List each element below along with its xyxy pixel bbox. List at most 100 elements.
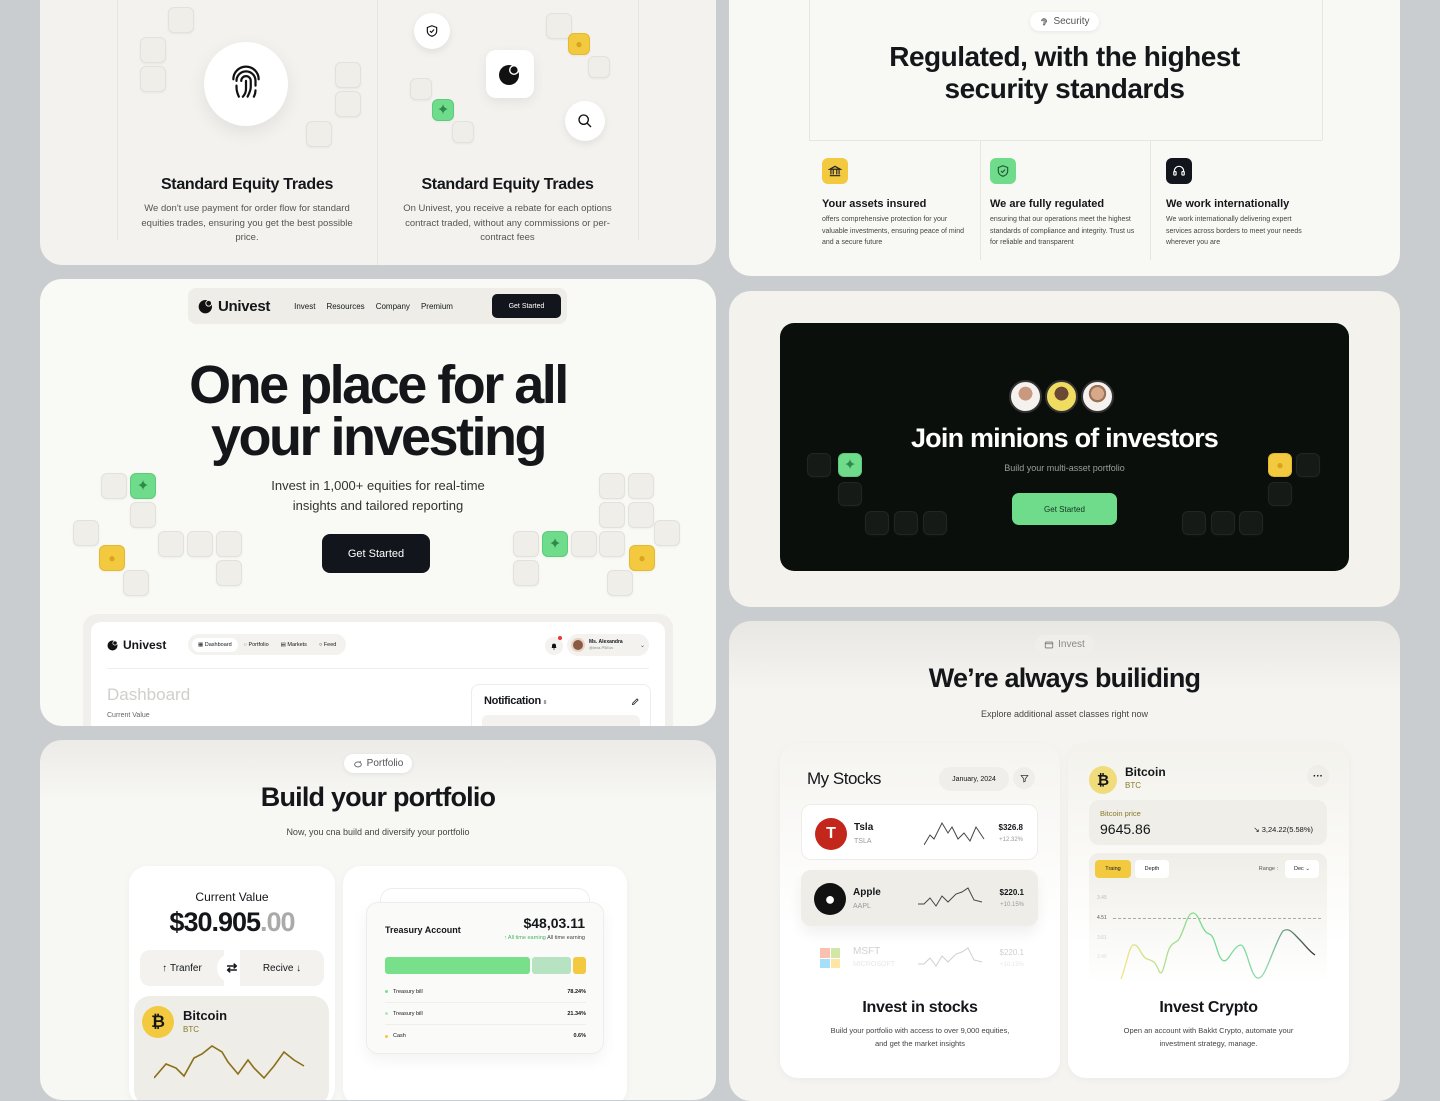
portfolio-panel: Portfolio Build your portfolio Now, you … <box>40 740 716 1100</box>
price-label: Bitcoin price <box>1100 809 1141 818</box>
allocation-bar <box>385 957 586 974</box>
nav-resources[interactable]: Resources <box>326 302 364 311</box>
stock-change: +10.15% <box>1000 962 1024 968</box>
shield-bubble <box>414 13 450 49</box>
button-label: Get Started <box>508 302 545 310</box>
stock-sparkline <box>918 947 983 967</box>
legend-dot <box>385 1034 388 1038</box>
stock-change: +10.15% <box>1000 902 1024 908</box>
button-label: Tranfer <box>169 962 202 974</box>
security-item: We are fully regulated ensuring that our… <box>990 158 1144 249</box>
stock-name: Tsla <box>854 822 874 833</box>
nav-invest[interactable]: Invest <box>294 302 315 311</box>
hero-get-started-button[interactable]: Get Started <box>322 534 430 573</box>
title-line: One place for all <box>189 355 569 415</box>
univest-logo-icon <box>499 65 519 85</box>
stock-price: $220.1 <box>999 888 1024 897</box>
avatar <box>571 638 585 652</box>
button-label: Get Started <box>347 547 405 560</box>
dashboard-tabs: ▦ Dashboard ◌ Portfolio ▤ Markets ○ Feed <box>188 634 347 655</box>
tab-label: Traing <box>1105 866 1121 872</box>
stock-row[interactable]: ● Apple AAPL $220.1 +10.15% <box>801 870 1038 926</box>
range-select[interactable]: Dec ⌄ <box>1285 860 1319 878</box>
filter-button[interactable] <box>1013 767 1035 789</box>
receive-button[interactable]: Recive ↓ <box>240 950 324 986</box>
earning-up: All time earning <box>507 935 546 941</box>
join-get-started-button[interactable]: Get Started <box>1012 493 1117 525</box>
investor-avatars <box>1009 380 1114 413</box>
treasury-wrapper: Treasury Account $48,03.11 ↑ All time ea… <box>343 866 627 1100</box>
univest-logo-tile <box>486 50 534 98</box>
treasury-title: Treasury Account <box>385 925 461 935</box>
brand-name[interactable]: Univest <box>218 298 270 315</box>
tab-depth[interactable]: Depth <box>1135 860 1169 878</box>
stock-sparkline <box>924 821 985 846</box>
avatar <box>1009 380 1042 413</box>
notification-dot <box>558 636 562 640</box>
change-value: 3,24.22(5.58%) <box>1261 825 1313 834</box>
fingerprint-icon <box>232 65 260 98</box>
value-main: $30.905 <box>169 907 261 937</box>
stock-price: $220.1 <box>999 948 1024 957</box>
notification-title: Notification <box>484 695 541 707</box>
tab-markets[interactable]: ▤ Markets <box>275 638 313 652</box>
join-card: Join minions of investors Build your mul… <box>780 323 1349 571</box>
shield-check-icon <box>426 25 438 37</box>
allocation-row: Treasury bill 21.34% <box>385 1003 586 1025</box>
tab-portfolio[interactable]: ◌ Portfolio <box>238 638 275 652</box>
brand-name[interactable]: Univest <box>123 638 166 652</box>
allocation-row: Cash 0.6% <box>385 1025 586 1047</box>
allocation-segment <box>531 957 572 974</box>
building-panel: Invest We’re always builiding Explore ad… <box>729 621 1400 1101</box>
price-box: Bitcoin price 9645.86 ↘ 3,24.22(5.58%) <box>1089 800 1327 845</box>
headset-icon <box>1173 165 1185 176</box>
building-subtitle: Explore additional asset classes right n… <box>980 709 1149 719</box>
stock-row[interactable]: MSFT MICROSOFT $220.1 +10.15% <box>801 936 1038 982</box>
stocks-card-desc: Build your portfolio with access to over… <box>830 1026 1010 1048</box>
tab-label: Markets <box>287 641 307 648</box>
tab-trading[interactable]: Traing <box>1095 860 1131 878</box>
stock-name: MSFT <box>853 946 881 957</box>
tab-feed[interactable]: ○ Feed <box>313 638 342 652</box>
allocation-label: Treasury bill <box>393 988 423 995</box>
badge-label: Security <box>1053 16 1090 27</box>
range-value: Dec <box>1294 866 1304 872</box>
feature-desc: We don't use payment for order flow for … <box>141 203 353 243</box>
notification-bell-button[interactable] <box>545 636 563 655</box>
date-label: January, 2024 <box>952 775 996 783</box>
crypto-card: ₿ Bitcoin BTC ··· Bitcoin price 9645.86 … <box>1068 743 1349 1078</box>
bitcoin-price: 9645.86 <box>1100 821 1151 837</box>
crypto-card-desc: Open an account with Bakkt Crypto, autom… <box>1123 1026 1294 1048</box>
stocks-card: My Stocks January, 2024 T Tsla TSLA $326… <box>780 743 1060 1078</box>
portfolio-title: Build your portfolio <box>260 782 496 812</box>
tab-dashboard[interactable]: ▦ Dashboard <box>192 637 238 652</box>
bitcoin-mini-card: ₿ Bitcoin BTC <box>134 996 329 1100</box>
transfer-button[interactable]: ↑ Tranfer <box>140 950 224 986</box>
security-item: Your assets insured offers comprehensive… <box>822 158 972 249</box>
stocks-title: My Stocks <box>807 769 881 788</box>
badge-label: Invest <box>1058 639 1085 650</box>
security-title: Regulated, with the highest security sta… <box>729 41 1400 105</box>
value-cents: .00 <box>260 907 296 937</box>
date-filter-pill[interactable]: January, 2024 <box>939 767 1009 791</box>
edit-icon[interactable] <box>631 697 640 706</box>
nav-get-started-button[interactable]: Get Started <box>492 294 561 318</box>
user-handle: @lexa.P5Eov <box>589 645 614 650</box>
nav-premium[interactable]: Premium <box>421 302 453 311</box>
stock-row[interactable]: T Tsla TSLA $326.8 +12.32% <box>801 804 1038 860</box>
user-menu[interactable]: Ms. Alexandra @lexa.P5Eov ⌄ <box>567 634 649 656</box>
allocation-segment <box>385 957 530 974</box>
nav-company[interactable]: Company <box>376 302 410 311</box>
more-options-button[interactable]: ··· <box>1307 765 1329 787</box>
bell-icon <box>551 643 557 650</box>
allocation-label: Treasury bill <box>393 1010 423 1017</box>
search-icon <box>578 114 592 128</box>
univest-logo-icon <box>198 300 212 314</box>
y-tick: 4.51 <box>1097 915 1107 921</box>
current-value-card: Current Value $30.905.00 ↑ Tranfer ⇄ Rec… <box>129 866 335 1100</box>
y-tick: 3.46 <box>1097 954 1107 960</box>
earning-label: All time earning <box>547 935 585 941</box>
coin-name: Bitcoin <box>1125 765 1166 779</box>
bank-icon <box>828 165 842 177</box>
title-line: security standards <box>944 73 1186 104</box>
